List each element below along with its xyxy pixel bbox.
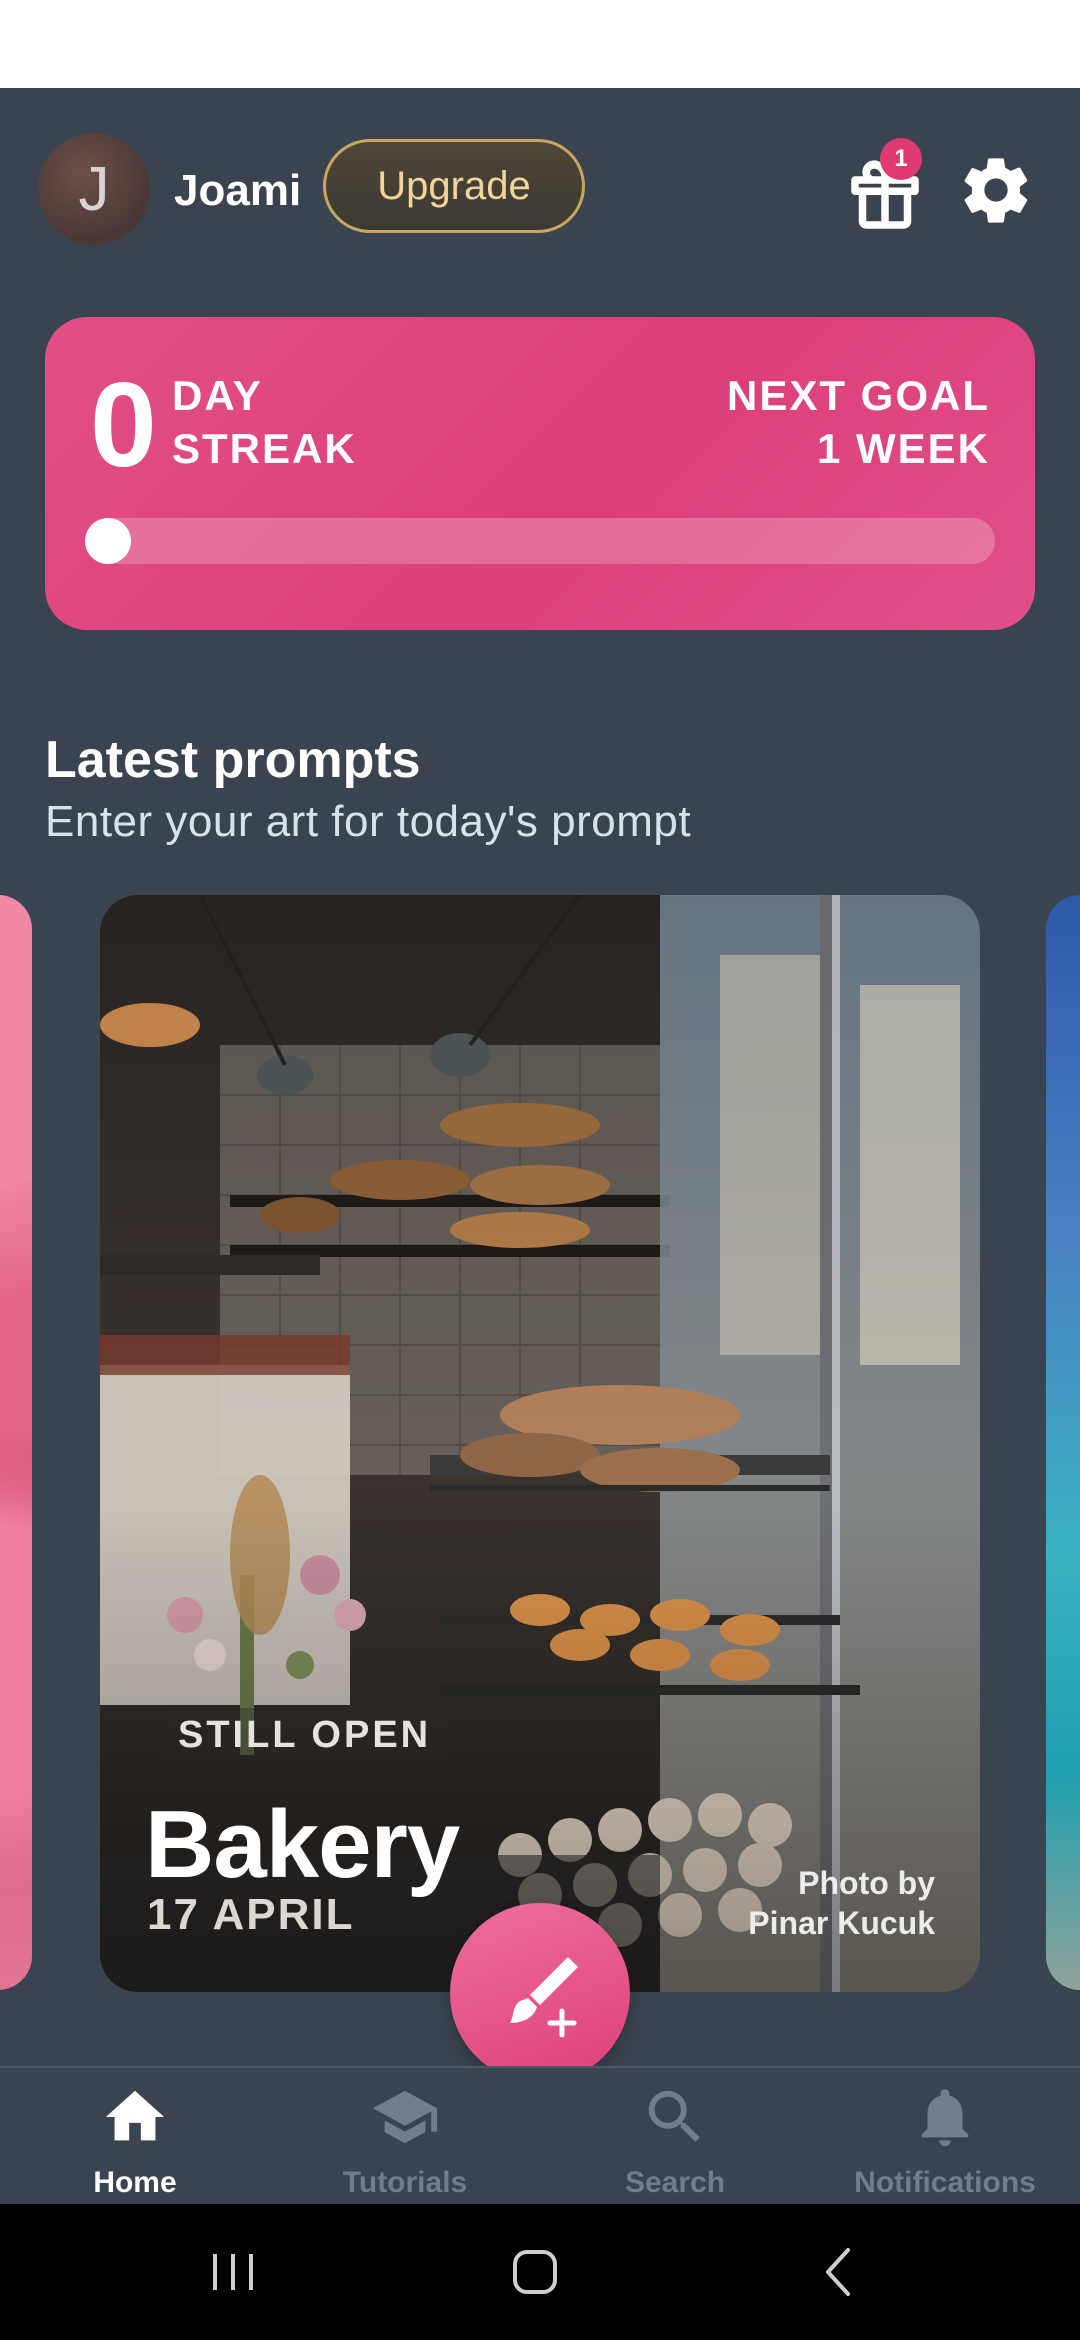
photo-credit-author: Pinar Kucuk bbox=[748, 1905, 935, 1941]
streak-label-day: DAY bbox=[172, 372, 263, 419]
gear-icon bbox=[964, 158, 1028, 223]
prompt-card-previous[interactable] bbox=[0, 895, 32, 1990]
upgrade-button[interactable]: Upgrade bbox=[323, 139, 585, 233]
streak-progress-knob bbox=[85, 518, 131, 564]
streak-progress-bar bbox=[85, 518, 995, 564]
bell-icon bbox=[921, 2089, 969, 2147]
upgrade-label: Upgrade bbox=[377, 163, 531, 208]
nav-search[interactable]: Search bbox=[540, 2068, 810, 2206]
graduation-cap-icon bbox=[372, 2090, 438, 2144]
section-title: Latest prompts bbox=[45, 731, 421, 789]
avatar-letter: J bbox=[78, 154, 110, 224]
next-goal-value: 1 WEEK bbox=[816, 425, 990, 472]
prompt-title: Bakery bbox=[145, 1791, 460, 1898]
next-goal-label: NEXT GOAL bbox=[726, 372, 990, 419]
prompt-date: 17 APRIL bbox=[147, 1890, 355, 1939]
photo-credit[interactable]: Photo by Pinar Kucuk bbox=[748, 1863, 935, 1943]
nav-notifications[interactable]: Notifications bbox=[810, 2068, 1080, 2206]
nav-tutorials-label: Tutorials bbox=[342, 2166, 468, 2199]
search-icon bbox=[648, 2090, 700, 2142]
bottom-navigation: Home Tutorials Search Notifications bbox=[0, 2066, 1080, 2206]
streak-count: 0 bbox=[90, 358, 157, 492]
photo-credit-prefix: Photo by bbox=[798, 1865, 935, 1901]
nav-home[interactable]: Home bbox=[0, 2068, 270, 2206]
nav-search-label: Search bbox=[624, 2166, 726, 2199]
prompt-card[interactable]: STILL OPEN Bakery 17 APRIL Photo by Pina… bbox=[100, 895, 980, 1992]
username: Joami bbox=[174, 166, 302, 215]
header: J Joami Upgrade 1 bbox=[0, 88, 1080, 288]
prompt-status: STILL OPEN bbox=[162, 1708, 448, 1763]
status-bar bbox=[0, 0, 1080, 88]
gift-badge: 1 bbox=[880, 138, 922, 180]
nav-notifications-label: Notifications bbox=[854, 2166, 1036, 2199]
prompt-card-next[interactable] bbox=[1046, 895, 1080, 1990]
settings-button[interactable] bbox=[956, 150, 1036, 230]
brush-plus-icon bbox=[510, 1957, 578, 2038]
section-subtitle: Enter your art for today's prompt bbox=[45, 797, 692, 846]
create-art-button[interactable] bbox=[450, 1903, 630, 2083]
avatar[interactable]: J bbox=[38, 133, 150, 245]
nav-tutorials[interactable]: Tutorials bbox=[270, 2068, 540, 2206]
streak-card[interactable]: 0 DAY STREAK NEXT GOAL 1 WEEK bbox=[45, 317, 1035, 630]
nav-home-label: Home bbox=[93, 2166, 177, 2199]
streak-label-streak: STREAK bbox=[172, 425, 357, 472]
home-icon bbox=[105, 2090, 165, 2141]
system-navigation-bar bbox=[0, 2204, 1080, 2340]
back-icon[interactable] bbox=[800, 2232, 880, 2312]
recent-apps-icon[interactable] bbox=[193, 2232, 273, 2312]
home-system-icon[interactable] bbox=[495, 2232, 575, 2312]
